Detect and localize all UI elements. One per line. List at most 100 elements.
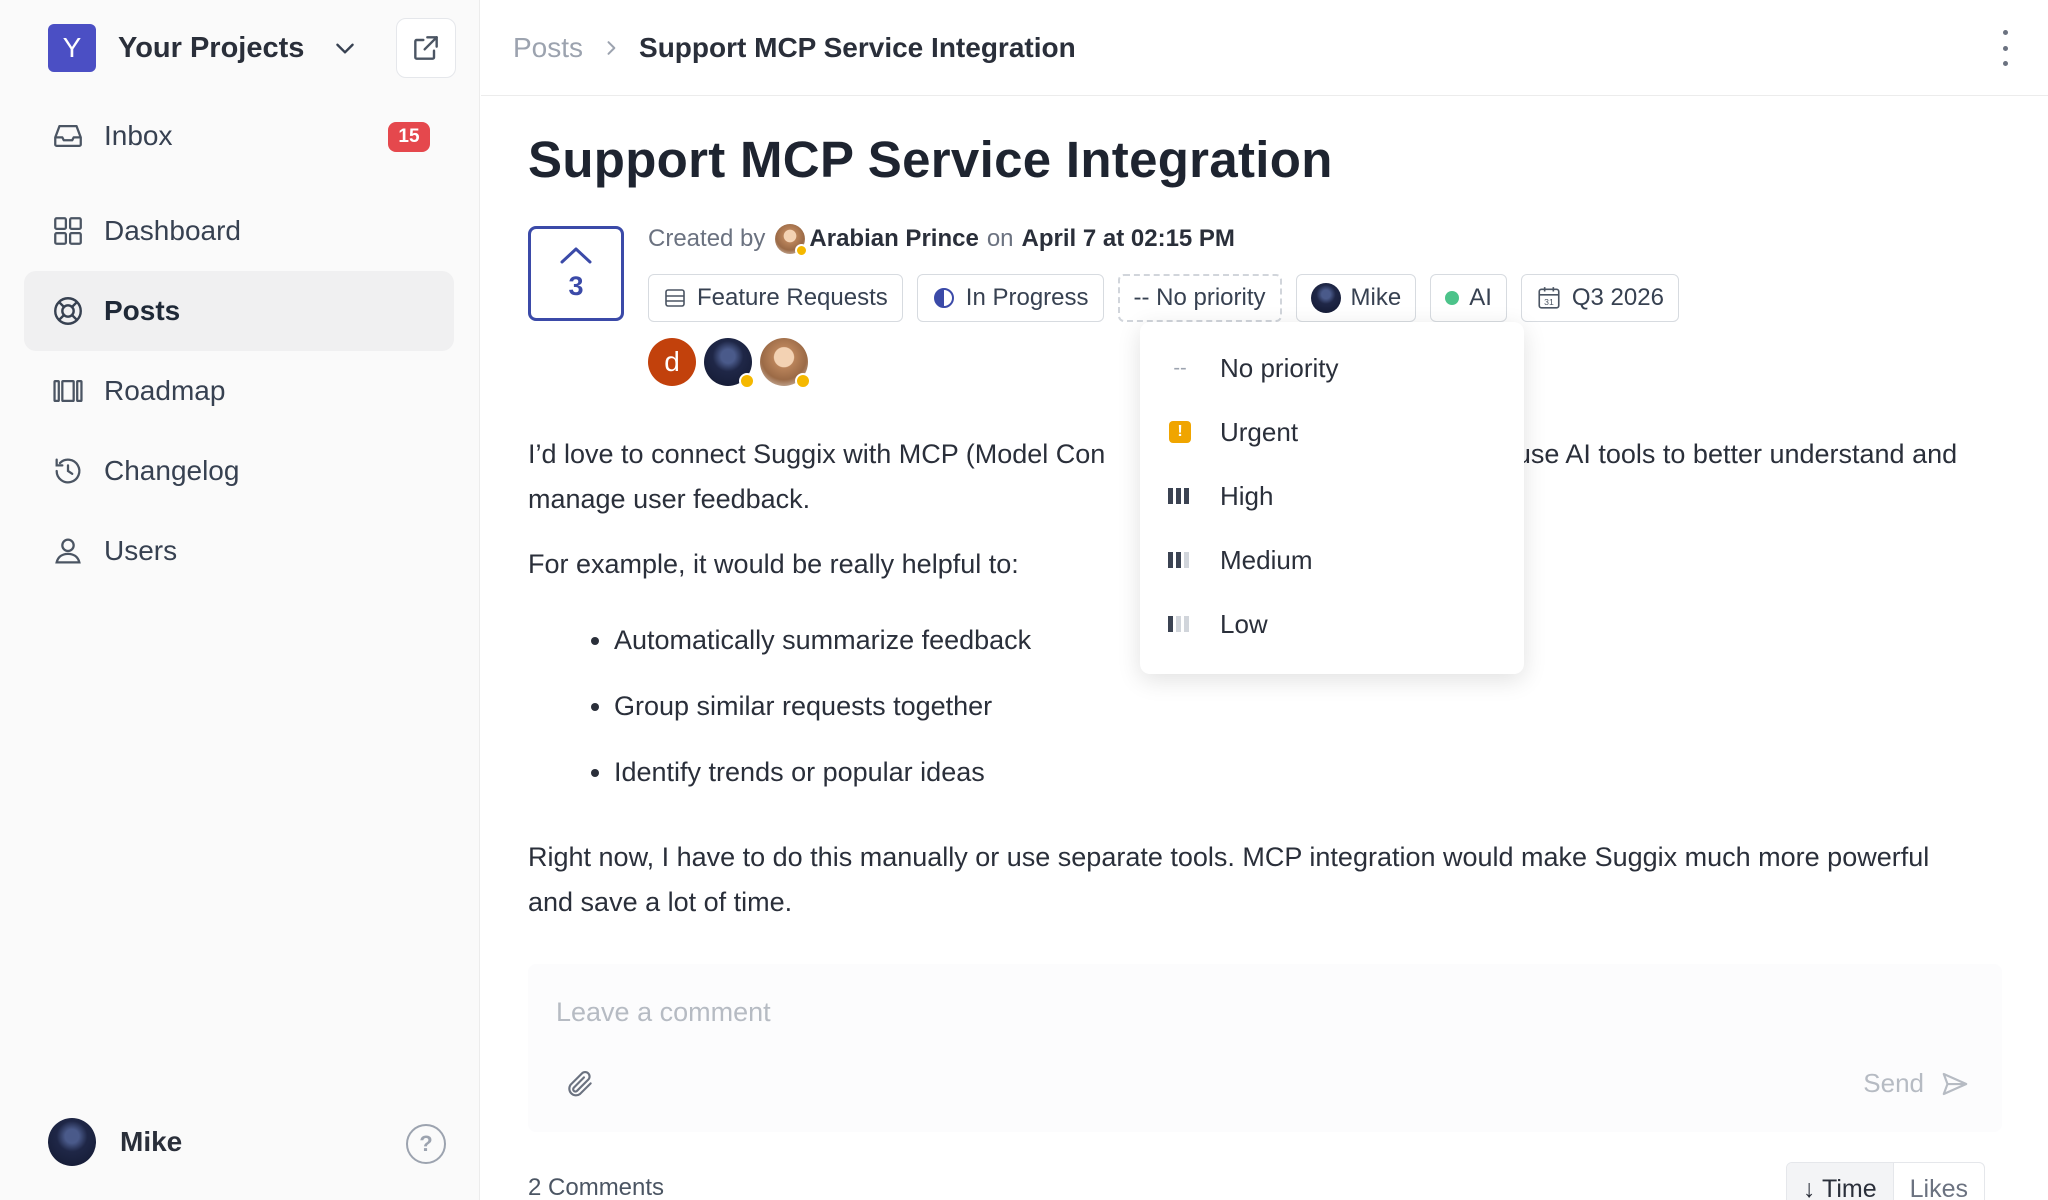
- priority-option-high[interactable]: High: [1140, 464, 1524, 528]
- dash-icon: --: [1173, 356, 1187, 379]
- sidebar-item-posts[interactable]: Posts: [24, 271, 454, 351]
- post-properties: Feature Requests In Progress -- No prior…: [648, 274, 1693, 322]
- priority-option-medium[interactable]: Medium: [1140, 528, 1524, 592]
- tag-label: AI: [1469, 284, 1492, 311]
- user-name: Mike: [120, 1126, 183, 1157]
- dot: [2002, 45, 2008, 51]
- sort-by-time-button[interactable]: ↓ Time: [1787, 1163, 1894, 1200]
- chevron-down-icon: [336, 43, 355, 54]
- signal-low-icon: [1168, 612, 1192, 636]
- history-icon: [50, 453, 86, 489]
- option-label: Urgent: [1220, 416, 1299, 447]
- option-label: High: [1220, 480, 1274, 511]
- star-icon: [739, 373, 755, 389]
- sidebar-item-label: Users: [104, 535, 178, 566]
- option-label: No priority: [1220, 352, 1339, 383]
- comment-input[interactable]: [556, 992, 1956, 1032]
- send-icon: [1942, 1072, 1968, 1095]
- dot: [2002, 30, 2008, 35]
- priority-label: -- No priority: [1133, 284, 1266, 311]
- on-label: on: [986, 225, 1014, 252]
- breadcrumb-current: Support MCP Service Integration: [639, 31, 1076, 63]
- sort-by-likes-button[interactable]: Likes: [1894, 1163, 1984, 1200]
- dot: [2002, 61, 2008, 66]
- open-external-button[interactable]: [396, 18, 456, 78]
- help-button[interactable]: ?: [406, 1124, 446, 1164]
- board-chip[interactable]: Feature Requests: [648, 274, 903, 322]
- signal-high-icon: [1168, 484, 1192, 508]
- sidebar-item-label: Dashboard: [104, 215, 241, 246]
- star-icon: [795, 244, 809, 257]
- urgent-mark: !: [1169, 421, 1191, 443]
- priority-option-none[interactable]: -- No priority: [1140, 336, 1524, 400]
- sidebar-item-inbox[interactable]: Inbox 15: [24, 96, 454, 176]
- svg-text:31: 31: [1544, 297, 1554, 307]
- roadmap-icon: [50, 373, 86, 409]
- sidebar-item-label: Inbox: [104, 120, 173, 151]
- priority-option-urgent[interactable]: ! Urgent: [1140, 400, 1524, 464]
- urgent-icon: !: [1168, 420, 1192, 444]
- sidebar-item-roadmap[interactable]: Roadmap: [24, 351, 454, 431]
- post-meta: Created by Arabian Prince on April 7 at …: [648, 224, 1235, 257]
- priority-dropdown: -- No priority ! Urgent High Medium Low: [1140, 322, 1524, 674]
- sidebar-item-label: Roadmap: [104, 375, 226, 406]
- tag-chip[interactable]: AI: [1430, 274, 1507, 322]
- half-circle-icon: [933, 288, 954, 308]
- dashboard-icon: [50, 213, 86, 249]
- option-label: Medium: [1220, 544, 1313, 575]
- chevron-up-icon: [560, 247, 592, 264]
- sidebar: Y Your Projects Inbox 15 Dashboard Posts…: [0, 0, 480, 1200]
- sidebar-item-changelog[interactable]: Changelog: [24, 431, 454, 511]
- user-icon: [50, 533, 86, 569]
- more-options-button[interactable]: [1998, 30, 2012, 66]
- inbox-count-badge: 15: [388, 122, 430, 152]
- comments-count: 2 Comments: [528, 1174, 665, 1200]
- author-name[interactable]: Arabian Prince: [809, 225, 978, 253]
- workspace-switcher[interactable]: Y Your Projects: [48, 24, 358, 72]
- star-icon: [795, 373, 811, 389]
- calendar-icon: 31: [1538, 287, 1560, 309]
- list-item: Group similar requests together: [614, 673, 1958, 739]
- status-label: In Progress: [965, 284, 1089, 311]
- avatar[interactable]: [760, 338, 811, 389]
- send-button[interactable]: Send: [1863, 1068, 1970, 1099]
- workspace-name: Your Projects: [118, 31, 305, 64]
- paragraph: Right now, I have to do this manually or…: [528, 842, 1930, 917]
- sidebar-item-users[interactable]: Users: [24, 511, 454, 591]
- eta-label: Q3 2026: [1571, 284, 1664, 311]
- sidebar-item-dashboard[interactable]: Dashboard: [24, 191, 454, 271]
- lifebuoy-icon: [50, 293, 86, 329]
- avatar: [48, 1118, 96, 1166]
- eta-chip[interactable]: 31 Q3 2026: [1520, 274, 1679, 322]
- tag-dot-icon: [1445, 291, 1460, 305]
- comment-composer: Send: [528, 964, 2002, 1132]
- created-by-label: Created by: [648, 225, 766, 252]
- list-item: Identify trends or popular ideas: [614, 739, 1958, 805]
- status-chip[interactable]: In Progress: [916, 274, 1104, 322]
- current-user[interactable]: Mike: [48, 1118, 182, 1166]
- assignee-avatar: [1310, 283, 1341, 313]
- priority-chip[interactable]: -- No priority: [1117, 274, 1282, 322]
- priority-option-low[interactable]: Low: [1140, 592, 1524, 656]
- paragraph-start: I’d love to connect Suggix with MCP (Mod…: [528, 439, 1106, 469]
- board-icon: [665, 289, 685, 307]
- assignee-label: Mike: [1350, 284, 1402, 311]
- option-label: Low: [1220, 608, 1268, 639]
- avatar[interactable]: d: [648, 338, 696, 386]
- inbox-icon: [50, 118, 86, 154]
- paperclip-icon[interactable]: [564, 1068, 596, 1100]
- board-label: Feature Requests: [697, 284, 888, 311]
- comment-sort-toggle: ↓ Time Likes: [1786, 1162, 1985, 1200]
- sidebar-item-label: Posts: [104, 295, 181, 326]
- author-avatar: [775, 224, 809, 257]
- page-title: Support MCP Service Integration: [528, 131, 1333, 188]
- workspace-avatar: Y: [48, 24, 96, 72]
- top-bar: Posts Support MCP Service Integration: [481, 0, 2048, 96]
- created-date: April 7 at 02:15 PM: [1021, 225, 1235, 252]
- upvote-button[interactable]: 3: [528, 226, 624, 321]
- signal-medium-icon: [1168, 548, 1192, 572]
- avatar[interactable]: [704, 338, 755, 389]
- assignee-chip[interactable]: Mike: [1295, 274, 1417, 322]
- send-label: Send: [1863, 1068, 1924, 1098]
- breadcrumb-posts-link[interactable]: Posts: [513, 32, 583, 64]
